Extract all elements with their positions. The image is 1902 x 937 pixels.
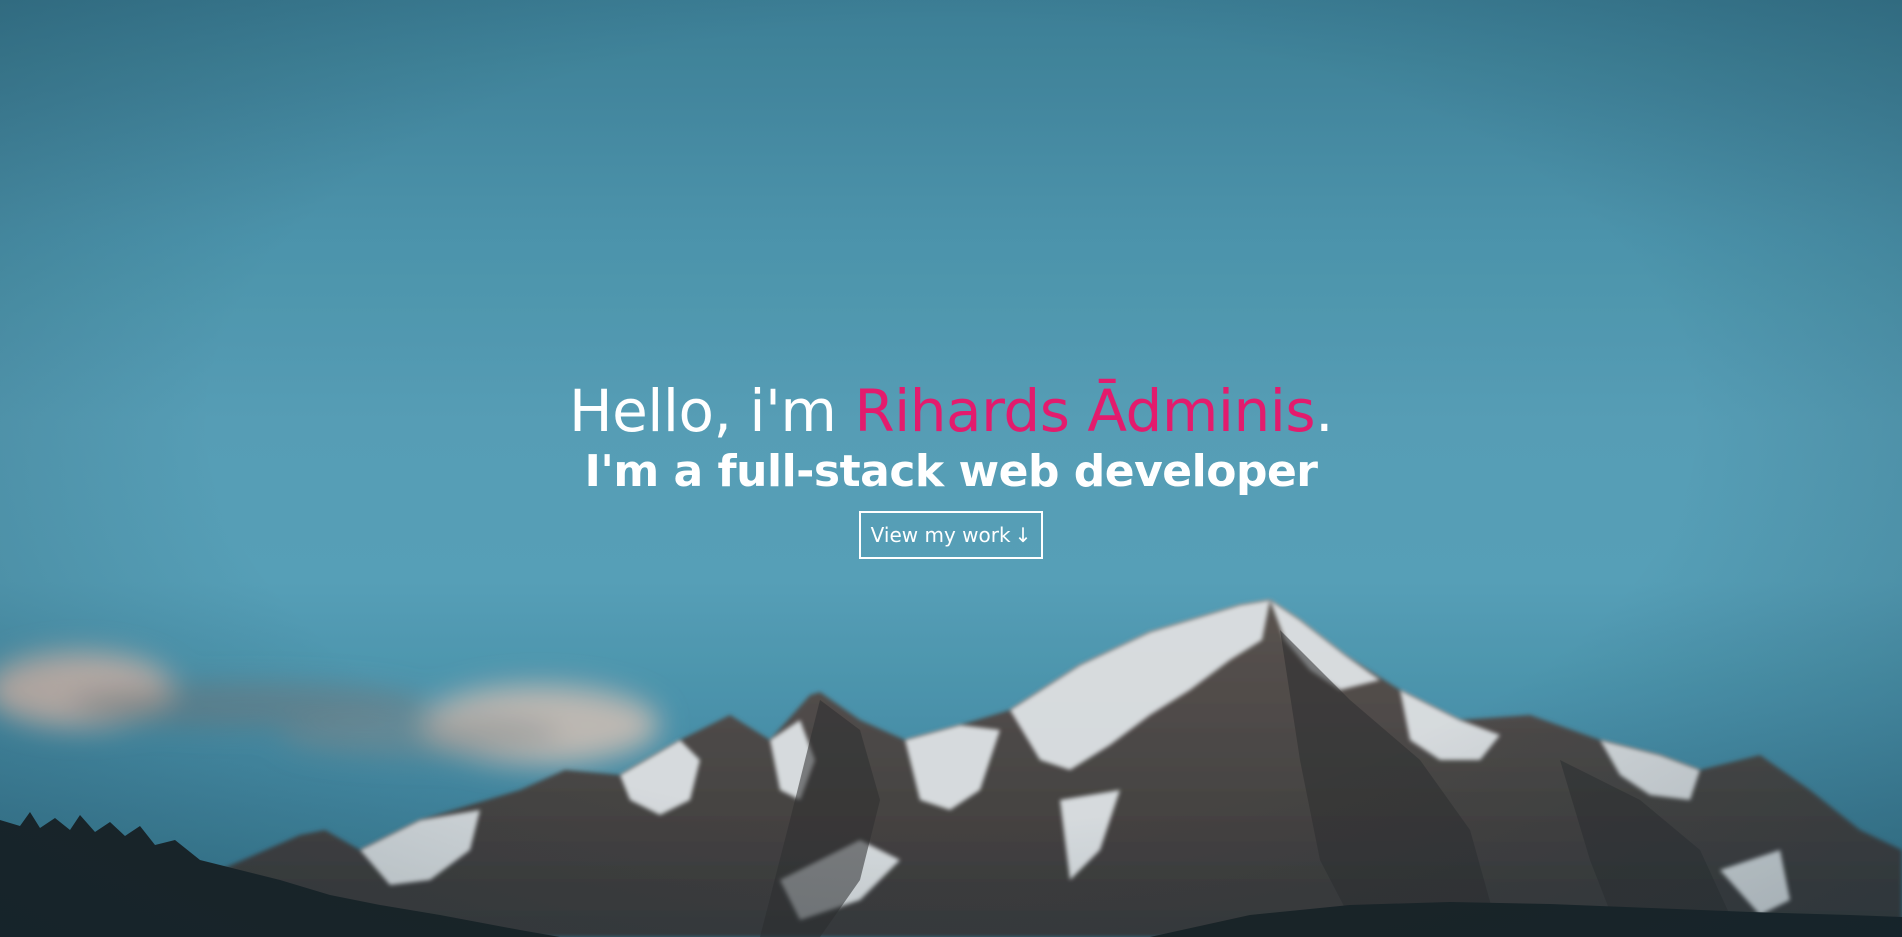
name-highlight: Rihards Ādminis	[854, 377, 1316, 445]
headline-period: .	[1315, 377, 1334, 445]
view-my-work-button[interactable]: View my work ↓	[858, 511, 1044, 559]
hero-section: Hello, i'm Rihards Ādminis. I'm a full-s…	[0, 0, 1902, 937]
hero-headline: Hello, i'm Rihards Ādminis.	[0, 375, 1902, 447]
view-my-work-label: View my work	[870, 523, 1011, 547]
arrow-down-icon: ↓	[1014, 523, 1032, 547]
hero-subtitle: I'm a full-stack web developer	[584, 446, 1319, 497]
hero-intro: Hello, i'm Rihards Ādminis. I'm a full-s…	[0, 375, 1902, 559]
greeting-text: Hello, i'm	[568, 377, 855, 445]
